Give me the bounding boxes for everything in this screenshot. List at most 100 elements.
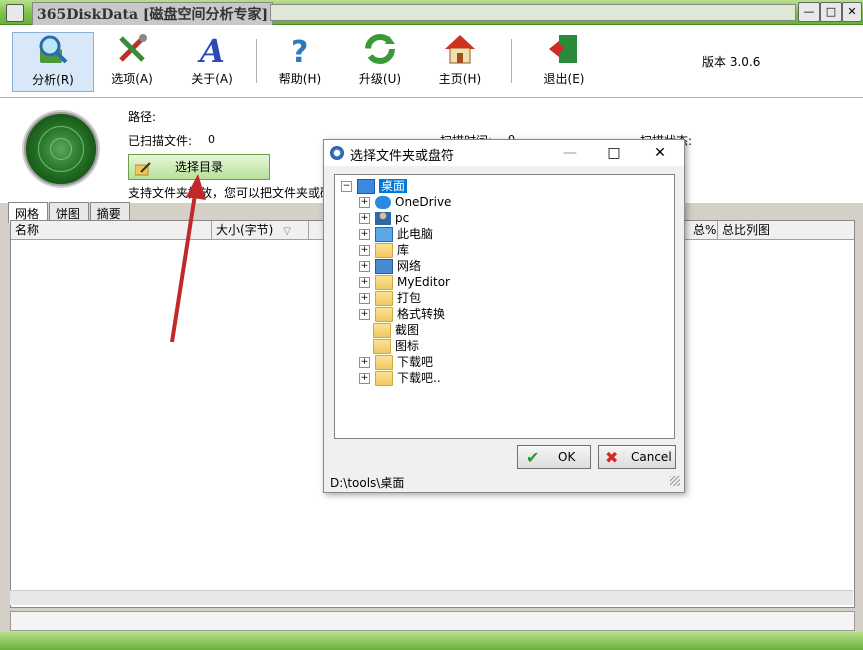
onedrive-cloud-icon: [375, 196, 391, 209]
column-total-percent[interactable]: 总%: [689, 221, 718, 239]
options-label: 选项(A): [111, 72, 153, 86]
folder-icon: [375, 355, 393, 370]
tree-node-label: 图标: [395, 339, 420, 353]
scanned-files-value: 0: [208, 133, 215, 146]
analyze-button[interactable]: 分析(R): [12, 32, 94, 92]
home-icon: [442, 32, 478, 66]
app-icon[interactable]: [6, 4, 24, 22]
tree-node-library[interactable]: + 库: [359, 242, 409, 258]
cancel-button[interactable]: ✖ Cancel: [598, 445, 676, 469]
view-tabs: 网格 饼图 摘要: [8, 202, 130, 223]
collapse-icon[interactable]: −: [341, 181, 352, 192]
expand-icon[interactable]: +: [359, 309, 370, 320]
maximize-button[interactable]: □: [820, 2, 842, 22]
expand-icon[interactable]: +: [359, 373, 370, 384]
network-icon: [375, 259, 393, 274]
about-button[interactable]: A 关于(A): [172, 32, 252, 90]
desktop-icon: [357, 179, 375, 194]
tree-node-download-2[interactable]: + 下载吧..: [359, 370, 441, 386]
upgrade-label: 升级(U): [358, 72, 402, 86]
expand-icon[interactable]: +: [359, 261, 370, 272]
expand-icon[interactable]: +: [359, 245, 370, 256]
tree-node-desktop[interactable]: − 桌面: [341, 178, 408, 194]
tree-node-download[interactable]: + 下载吧: [359, 354, 433, 370]
cross-icon: ✖: [605, 448, 619, 467]
tree-node-label: 此电脑: [397, 227, 434, 241]
tree-node-label: 截图: [395, 323, 420, 337]
expand-icon[interactable]: +: [359, 213, 370, 224]
tree-node-label: 下载吧..: [397, 371, 441, 385]
column-size-label: 大小(字节): [216, 223, 274, 237]
home-button[interactable]: 主页(H): [420, 32, 500, 90]
exit-button[interactable]: 退出(E): [524, 32, 604, 90]
folder-icon: [375, 291, 393, 306]
dialog-title: 选择文件夹或盘符: [350, 149, 455, 164]
bottom-border: [0, 632, 863, 650]
horizontal-scrollbar[interactable]: [10, 590, 853, 605]
scanned-files-label: 已扫描文件:: [128, 134, 193, 148]
tree-node-label: OneDrive: [395, 195, 452, 209]
tree-node-label: 下载吧: [397, 355, 434, 369]
radar-icon: [24, 112, 98, 186]
library-icon: [375, 243, 393, 258]
computer-icon: [375, 227, 393, 242]
tree-node-label: 打包: [397, 291, 422, 305]
checkmark-icon: ✔: [526, 448, 540, 467]
column-size[interactable]: 大小(字节) ▽: [212, 221, 309, 239]
tree-node-label: MyEditor: [397, 275, 450, 289]
dialog-maximize-button[interactable]: □: [594, 142, 634, 164]
dialog-minimize-button[interactable]: —: [550, 142, 590, 164]
folder-icon: [373, 323, 391, 338]
folder-icon: [375, 371, 393, 386]
folder-tree[interactable]: − 桌面 + OneDrive + pc + 此电脑 + 库 + 网络 + MyEditor …: [334, 174, 675, 439]
expand-icon[interactable]: +: [359, 229, 370, 240]
toolbar-separator: [511, 39, 512, 83]
expand-icon[interactable]: +: [359, 277, 370, 288]
tree-node-label: 库: [397, 243, 410, 257]
close-button[interactable]: ✕: [842, 2, 862, 22]
tree-node-screenshots[interactable]: 截图: [373, 322, 419, 338]
tree-node-pack[interactable]: + 打包: [359, 290, 421, 306]
folder-icon: [373, 339, 391, 354]
tree-node-onedrive[interactable]: + OneDrive: [359, 194, 451, 210]
analyze-magnifier-icon: [35, 33, 71, 67]
expand-icon[interactable]: +: [359, 357, 370, 368]
annotation-arrow: [170, 174, 206, 343]
minimize-button[interactable]: —: [798, 2, 820, 22]
about-label: 关于(A): [191, 72, 233, 86]
home-label: 主页(H): [438, 72, 482, 86]
options-button[interactable]: 选项(A): [92, 32, 172, 90]
folder-edit-icon: [134, 160, 151, 184]
tree-node-myeditor[interactable]: + MyEditor: [359, 274, 450, 290]
expand-icon[interactable]: +: [359, 197, 370, 208]
resize-grip-icon[interactable]: [670, 476, 680, 486]
tree-node-label: 桌面: [379, 179, 408, 193]
expand-icon[interactable]: +: [359, 293, 370, 304]
user-icon: [375, 212, 391, 225]
tree-node-this-pc[interactable]: + 此电脑: [359, 226, 433, 242]
help-question-icon: ?: [282, 32, 318, 66]
tree-node-format-convert[interactable]: + 格式转换: [359, 306, 445, 322]
tree-node-icons[interactable]: 图标: [373, 338, 419, 354]
select-folder-dialog: 选择文件夹或盘符 — □ ✕ − 桌面 + OneDrive + pc + 此电脑 + 库…: [323, 139, 685, 493]
tree-node-network[interactable]: + 网络: [359, 258, 421, 274]
version-label: 版本 3.0.6: [702, 55, 761, 69]
upgrade-button[interactable]: 升级(U): [340, 32, 420, 90]
toolbar-separator: [256, 39, 257, 83]
folder-icon: [375, 275, 393, 290]
analyze-label: 分析(R): [32, 73, 74, 87]
folder-icon: [375, 307, 393, 322]
tree-node-label: 格式转换: [397, 307, 446, 321]
cancel-label: Cancel: [631, 450, 672, 464]
help-button[interactable]: ? 帮助(H): [260, 32, 340, 90]
column-total-ratio-chart[interactable]: 总比列图: [718, 221, 842, 239]
svg-text:?: ?: [291, 35, 308, 66]
toolbar: 分析(R) 选项(A) A 关于(A) ? 帮助(H) 升级(U) 主页(H): [0, 25, 863, 99]
tree-node-pc[interactable]: + pc: [359, 210, 409, 226]
dialog-close-button[interactable]: ✕: [640, 142, 680, 164]
svg-text:A: A: [197, 32, 225, 66]
title-bar-fill: [270, 4, 796, 21]
ok-button[interactable]: ✔ OK: [517, 445, 591, 469]
sort-desc-icon: ▽: [283, 226, 291, 237]
dialog-app-icon: [330, 146, 344, 160]
